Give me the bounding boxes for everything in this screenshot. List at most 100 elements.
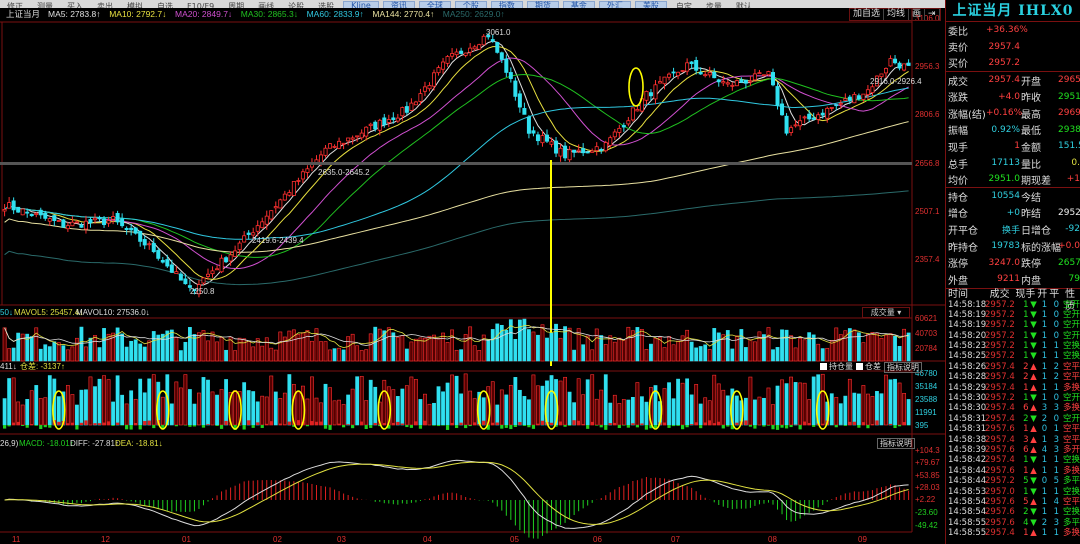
- trade-row[interactable]: 14:58:54 2957.6 2 ▼ 1 1 空换: [946, 507, 1080, 517]
- trade-row[interactable]: 14:58:31 2957.6 1 ▲ 0 1 空平: [946, 424, 1080, 434]
- draw-button[interactable]: 画: [909, 9, 926, 20]
- trade-close: 1: [1053, 507, 1059, 518]
- trade-row[interactable]: 14:58:53 2957.0 1 ▼ 1 1 空换: [946, 487, 1080, 497]
- trade-open: 1: [1041, 382, 1048, 393]
- candle: [599, 148, 604, 151]
- candle: [413, 101, 418, 106]
- trade-row[interactable]: 14:58:44 2957.2 5 ▼ 0 5 多平: [946, 476, 1080, 486]
- oi-checkbox[interactable]: 持仓量: [820, 362, 853, 373]
- oi-diff-bar: [568, 425, 572, 426]
- macd-help-button[interactable]: 指标说明: [877, 438, 915, 449]
- quote-row: 涨幅(结) +0.16% 最高 2969: [946, 105, 1080, 122]
- oi-bar: [847, 378, 852, 426]
- oi-diff-bar: [12, 422, 16, 425]
- trade-price: 2957.2: [985, 320, 1015, 331]
- volume-bar: [590, 349, 595, 362]
- trade-price: 2957.4: [985, 434, 1015, 445]
- candle: [676, 71, 681, 77]
- trade-row[interactable]: 14:58:19 2957.2 1 ▼ 1 0 空开: [946, 320, 1080, 330]
- volume-indicator-select[interactable]: 成交量 ▾: [862, 307, 910, 318]
- price-tick: 2656.8: [915, 159, 940, 168]
- oi-diff-bar: [251, 425, 255, 428]
- trade-price: 2957.0: [985, 486, 1015, 497]
- trade-nature: 空换: [1062, 486, 1080, 497]
- oi-bar: [517, 389, 522, 426]
- candle: [884, 68, 889, 74]
- trade-row[interactable]: 14:58:19 2957.2 1 ▼ 1 0 空开: [946, 310, 1080, 320]
- oi-diff-bar: [206, 424, 210, 425]
- oi-diff-bar: [287, 421, 291, 425]
- candle: [680, 70, 685, 72]
- trade-close: 0: [1053, 393, 1059, 404]
- trade-row[interactable]: 14:58:26 2957.4 2 ▲ 1 2 空平: [946, 362, 1080, 372]
- highlight-circle: [628, 67, 644, 107]
- volume-header: 50↓: [0, 308, 13, 317]
- candle: [346, 137, 351, 142]
- oi-diff-bar: [473, 422, 477, 425]
- trade-row[interactable]: 14:58:23 2957.2 1 ▼ 1 1 空换: [946, 341, 1080, 351]
- oi-diff-checkbox[interactable]: 仓差: [856, 362, 881, 373]
- trade-row[interactable]: 14:58:30 2957.4 6 ▲ 3 3 多换: [946, 403, 1080, 413]
- trade-row[interactable]: 14:58:25 2957.2 1 ▼ 1 1 空换: [946, 351, 1080, 361]
- trade-row[interactable]: 14:58:44 2957.6 1 ▲ 1 1 多换: [946, 466, 1080, 476]
- candle: [816, 114, 821, 120]
- trade-row[interactable]: 14:58:30 2957.2 1 ▼ 1 0 空开: [946, 393, 1080, 403]
- oi-diff-bar: [671, 425, 676, 427]
- trade-table[interactable]: 14:58:18 2957.2 1 ▼ 1 0 空开 14:58:19 2957.2 1 ▼ 1 0 空开…: [946, 300, 1080, 539]
- trade-time: 14:58:18: [948, 299, 987, 310]
- oi-bar: [147, 378, 152, 426]
- trade-row[interactable]: 14:58:29 2957.4 1 ▲ 1 1 多换: [946, 383, 1080, 393]
- oi-bar: [404, 385, 409, 426]
- candle: [102, 218, 107, 226]
- oi-bar: [359, 375, 364, 426]
- oi-help-button[interactable]: 指标说明: [884, 362, 922, 373]
- volume-bar: [233, 350, 238, 362]
- oi-bar: [355, 376, 360, 426]
- trade-row[interactable]: 14:58:55 2957.6 4 ▼ 2 3 多平: [946, 518, 1080, 528]
- oi-diff-bar: [152, 425, 156, 429]
- volume-bar: [97, 347, 102, 362]
- quote-row: 涨停 3247.0 跌停 2657: [946, 254, 1080, 271]
- pin-icon[interactable]: ⇥: [925, 9, 940, 20]
- candle: [422, 86, 427, 92]
- annotation-band1: 2635.0-2645.2: [318, 168, 370, 177]
- trade-row[interactable]: 14:58:28 2957.4 2 ▲ 1 2 空平: [946, 372, 1080, 382]
- arrow-up-icon: ▲: [1030, 496, 1037, 507]
- trade-row[interactable]: 14:58:39 2957.6 6 ▲ 4 3 多开: [946, 445, 1080, 455]
- quote-value: 1: [1014, 141, 1020, 152]
- trade-row[interactable]: 14:58:20 2957.2 1 ▼ 1 0 空开: [946, 331, 1080, 341]
- trade-row[interactable]: 14:58:31 2957.4 2 ▼ 2 0 空开: [946, 414, 1080, 424]
- volume-bar: [866, 333, 870, 362]
- candle: [721, 81, 726, 84]
- trade-row[interactable]: 14:58:38 2957.4 3 ▲ 1 3 空平: [946, 435, 1080, 445]
- candle: [287, 192, 292, 196]
- arrow-down-icon: ▼: [1030, 341, 1037, 352]
- kline-chart[interactable]: 上证当月 MA5: 2783.8↑ MA10: 2792.7↓ MA20: 2849…: [0, 0, 945, 544]
- trade-close: 3: [1053, 403, 1059, 414]
- price-axis: 3106.0 2956.3 2806.6 2656.8 2507.1 2357.…: [915, 14, 940, 264]
- candle: [16, 206, 21, 213]
- trade-close: 3: [1053, 517, 1059, 528]
- oi-diff-bar: [640, 423, 644, 425]
- add-watchlist-button[interactable]: 加自选: [850, 9, 885, 20]
- quote-label: 标的涨幅: [1021, 242, 1061, 254]
- trade-row[interactable]: 14:58:54 2957.6 5 ▲ 1 4 空平: [946, 497, 1080, 507]
- trade-open: 1: [1041, 496, 1048, 507]
- volume-bar: [391, 332, 396, 362]
- oi-bar: [197, 392, 201, 426]
- volume-bar: [793, 347, 798, 362]
- oi-bar: [133, 398, 138, 426]
- oi-bar: [522, 396, 527, 426]
- volume-bar: [617, 337, 622, 362]
- trade-row[interactable]: 14:58:55 2957.4 1 ▲ 1 1 多换: [946, 528, 1080, 538]
- volume-bar: [337, 347, 341, 362]
- trade-qty: 1: [1023, 341, 1029, 352]
- ma-settings-button[interactable]: 均线: [884, 9, 910, 20]
- volume-bar: [789, 335, 793, 362]
- oi-bar: [757, 396, 762, 426]
- candle: [581, 148, 586, 154]
- trade-row[interactable]: 14:58:42 2957.4 1 ▼ 1 1 空换: [946, 455, 1080, 465]
- trade-row[interactable]: 14:58:18 2957.2 1 ▼ 1 0 空开: [946, 300, 1080, 310]
- candle: [386, 119, 391, 123]
- volume-bar: [459, 349, 464, 362]
